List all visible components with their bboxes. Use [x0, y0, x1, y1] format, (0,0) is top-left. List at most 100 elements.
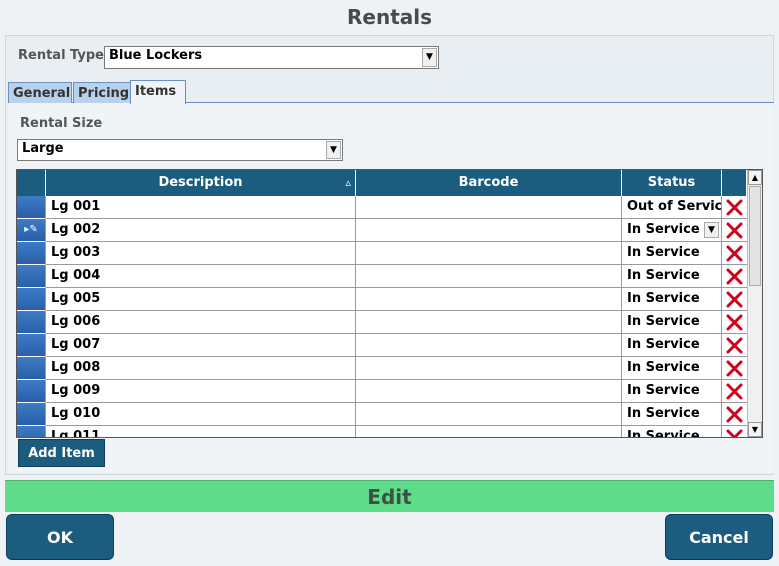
- delete-x-icon: [726, 268, 743, 285]
- row-selector[interactable]: [17, 357, 46, 380]
- delete-row-button[interactable]: [722, 196, 747, 219]
- tab-items[interactable]: Items: [130, 80, 186, 104]
- barcode-cell[interactable]: [356, 219, 622, 242]
- row-selector[interactable]: [17, 288, 46, 311]
- delete-row-button[interactable]: [722, 380, 747, 403]
- delete-row-button[interactable]: [722, 219, 747, 242]
- description-cell[interactable]: Lg 011: [46, 426, 356, 437]
- tab-general[interactable]: General: [8, 82, 72, 103]
- description-cell[interactable]: Lg 010: [46, 403, 356, 426]
- row-selector[interactable]: [17, 265, 46, 288]
- status-cell[interactable]: In Service ▼: [622, 219, 722, 242]
- row-selector[interactable]: [17, 196, 46, 219]
- tab-pricing[interactable]: Pricing: [73, 82, 137, 103]
- description-cell[interactable]: Lg 002: [46, 219, 356, 242]
- table-row[interactable]: Lg 010 In Service: [17, 403, 747, 426]
- delete-row-button[interactable]: [722, 265, 747, 288]
- delete-x-icon: [726, 314, 743, 331]
- row-edit-indicator[interactable]: ▸✎: [17, 219, 46, 242]
- barcode-cell[interactable]: [356, 403, 622, 426]
- status-value: In Service: [627, 268, 700, 283]
- description-cell[interactable]: Lg 004: [46, 265, 356, 288]
- chevron-down-icon[interactable]: ▼: [704, 222, 719, 238]
- barcode-cell[interactable]: [356, 426, 622, 437]
- status-cell[interactable]: In Service: [622, 311, 722, 334]
- scroll-thumb[interactable]: [749, 186, 761, 286]
- delete-row-button[interactable]: [722, 311, 747, 334]
- table-row[interactable]: ▸✎ Lg 002 In Service ▼: [17, 219, 747, 242]
- description-cell[interactable]: Lg 006: [46, 311, 356, 334]
- chevron-down-icon[interactable]: ▼: [326, 141, 341, 159]
- status-cell[interactable]: In Service: [622, 403, 722, 426]
- barcode-cell[interactable]: [356, 242, 622, 265]
- cancel-button[interactable]: Cancel: [665, 514, 773, 560]
- status-value: In Service: [627, 245, 700, 260]
- row-selector[interactable]: [17, 311, 46, 334]
- table-row[interactable]: Lg 008 In Service: [17, 357, 747, 380]
- rental-size-label: Rental Size: [20, 116, 103, 131]
- barcode-cell[interactable]: [356, 196, 622, 219]
- status-cell[interactable]: In Service: [622, 380, 722, 403]
- status-value: In Service: [627, 406, 700, 421]
- barcode-cell[interactable]: [356, 265, 622, 288]
- status-value: In Service: [627, 337, 700, 352]
- status-value: In Service: [627, 314, 700, 329]
- table-row[interactable]: Lg 003 In Service: [17, 242, 747, 265]
- column-header-description[interactable]: Description ▵: [46, 170, 356, 196]
- grid-scrollbar[interactable]: ▲ ▼: [747, 170, 762, 437]
- description-cell[interactable]: Lg 003: [46, 242, 356, 265]
- status-value: In Service: [627, 383, 700, 398]
- table-row[interactable]: Lg 001 Out of Servic: [17, 196, 747, 219]
- status-cell[interactable]: In Service: [622, 242, 722, 265]
- delete-row-button[interactable]: [722, 426, 747, 437]
- status-cell[interactable]: Out of Servic: [622, 196, 722, 219]
- row-selector[interactable]: [17, 426, 46, 437]
- description-cell[interactable]: Lg 001: [46, 196, 356, 219]
- table-row[interactable]: Lg 009 In Service: [17, 380, 747, 403]
- delete-row-button[interactable]: [722, 334, 747, 357]
- barcode-cell[interactable]: [356, 380, 622, 403]
- row-selector[interactable]: [17, 334, 46, 357]
- rental-type-select[interactable]: Blue Lockers ▼: [104, 46, 439, 69]
- ok-button[interactable]: OK: [6, 514, 114, 560]
- status-value: In Service: [627, 291, 700, 306]
- row-selector[interactable]: [17, 242, 46, 265]
- delete-row-button[interactable]: [722, 288, 747, 311]
- chevron-down-icon[interactable]: ▼: [422, 48, 437, 67]
- table-row[interactable]: Lg 011 In Service: [17, 426, 747, 437]
- delete-row-button[interactable]: [722, 403, 747, 426]
- rental-type-label: Rental Type: [18, 48, 104, 63]
- table-row[interactable]: Lg 005 In Service: [17, 288, 747, 311]
- table-row[interactable]: Lg 007 In Service: [17, 334, 747, 357]
- delete-row-button[interactable]: [722, 357, 747, 380]
- table-row[interactable]: Lg 004 In Service: [17, 265, 747, 288]
- mode-bar: Edit: [5, 480, 774, 512]
- barcode-cell[interactable]: [356, 357, 622, 380]
- barcode-cell[interactable]: [356, 311, 622, 334]
- window-title: Rentals: [346, 5, 433, 29]
- delete-x-icon: [726, 383, 743, 400]
- status-cell[interactable]: In Service: [622, 265, 722, 288]
- description-cell[interactable]: Lg 008: [46, 357, 356, 380]
- barcode-cell[interactable]: [356, 334, 622, 357]
- delete-row-button[interactable]: [722, 242, 747, 265]
- row-selector[interactable]: [17, 380, 46, 403]
- row-selector[interactable]: [17, 403, 46, 426]
- description-cell[interactable]: Lg 007: [46, 334, 356, 357]
- delete-x-icon: [726, 429, 743, 437]
- table-row[interactable]: Lg 006 In Service: [17, 311, 747, 334]
- description-cell[interactable]: Lg 005: [46, 288, 356, 311]
- description-cell[interactable]: Lg 009: [46, 380, 356, 403]
- rental-size-select[interactable]: Large ▼: [17, 139, 343, 161]
- status-cell[interactable]: In Service: [622, 426, 722, 437]
- scroll-up-icon[interactable]: ▲: [748, 170, 762, 185]
- add-item-button[interactable]: Add Item: [18, 439, 105, 467]
- status-cell[interactable]: In Service: [622, 288, 722, 311]
- scroll-down-icon[interactable]: ▼: [748, 422, 762, 437]
- status-cell[interactable]: In Service: [622, 334, 722, 357]
- status-cell[interactable]: In Service: [622, 357, 722, 380]
- column-header-status[interactable]: Status: [622, 170, 722, 196]
- barcode-cell[interactable]: [356, 288, 622, 311]
- row-selector-header: [17, 170, 46, 196]
- column-header-barcode[interactable]: Barcode: [356, 170, 622, 196]
